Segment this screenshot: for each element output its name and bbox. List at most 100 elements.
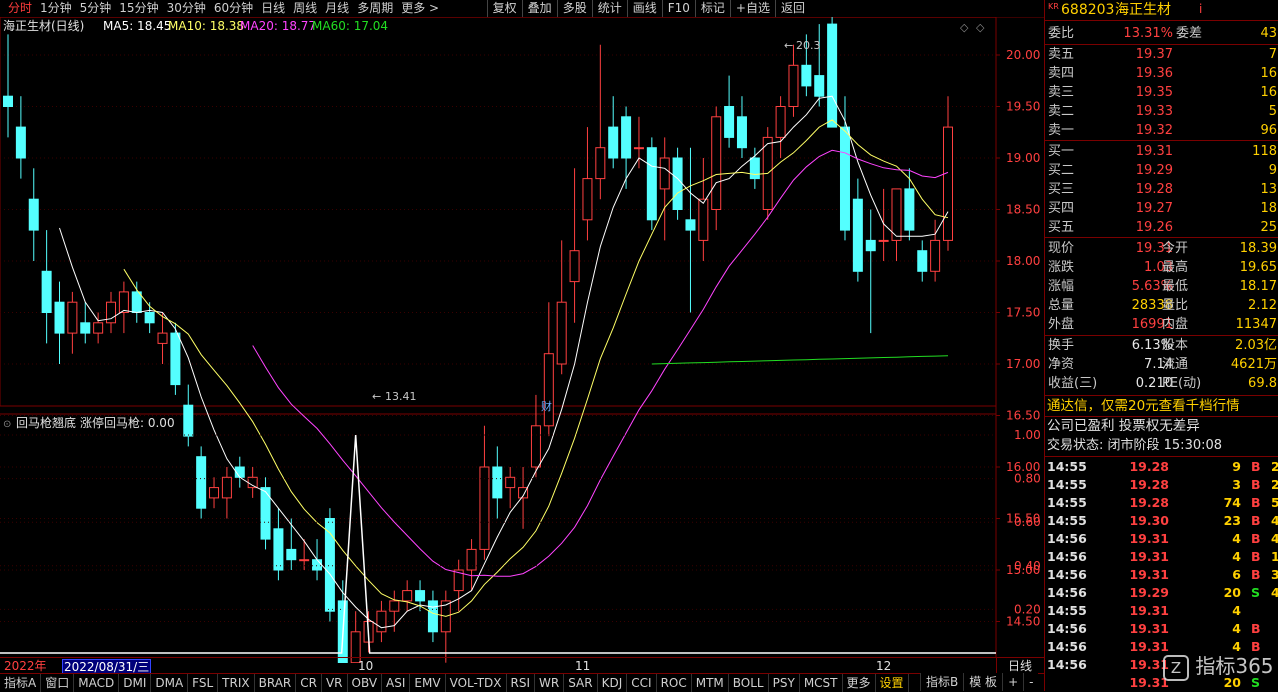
candle-body <box>479 466 490 550</box>
tick-time: 14:55 <box>1047 513 1087 528</box>
right-tab-3[interactable]: - <box>1023 673 1038 691</box>
tick-volume: 4 <box>1232 531 1241 546</box>
tab-6[interactable]: TRIX <box>218 674 255 692</box>
level-label: 卖四 <box>1048 66 1075 81</box>
tab-15[interactable]: WR <box>535 674 565 692</box>
period-tab-6[interactable]: 日线 <box>257 0 289 17</box>
tick-price: 19.31 <box>1129 567 1169 582</box>
candle-body <box>556 301 567 365</box>
level-price: 19.36 <box>1135 66 1173 81</box>
tab-8[interactable]: CR <box>296 674 322 692</box>
stat-label-2: 量比 <box>1162 298 1189 313</box>
tick-direction: B <box>1251 495 1261 510</box>
tab-5[interactable]: FSL <box>188 674 219 692</box>
candle-body <box>801 64 812 87</box>
period-tab-4[interactable]: 30分钟 <box>163 0 210 17</box>
candle-body <box>865 239 876 252</box>
weibi-row: 委比 13.31% 委差 43 <box>1045 25 1278 43</box>
info-icon[interactable]: i <box>1199 2 1202 16</box>
level-price: 19.33 <box>1135 104 1173 119</box>
price-tick-label: 20.00 <box>1006 48 1040 62</box>
stat-row: 净资 7.14 流通 4621万 <box>1045 356 1278 374</box>
level-price: 19.26 <box>1135 220 1173 235</box>
level-row[interactable]: 买一 19.31 118 <box>1045 143 1278 161</box>
right-tab-2[interactable]: + <box>1002 673 1023 691</box>
tick-volume: 4 <box>1232 603 1241 618</box>
chart-area[interactable]: 20.00 19.50 19.00 18.50 18.00 17.50 17.00 16.50… <box>0 13 1044 692</box>
tool-button-7[interactable]: +自选 <box>729 0 775 17</box>
right-tab-1[interactable]: 模 板 <box>963 673 1002 691</box>
tool-button-3[interactable]: 统计 <box>591 0 627 17</box>
tab-11[interactable]: ASI <box>382 674 411 692</box>
right-tab-0[interactable]: 指标B <box>920 673 963 691</box>
level-price: 19.35 <box>1135 85 1173 100</box>
level-row[interactable]: 卖一 19.32 96 <box>1045 122 1278 140</box>
settings-icon[interactable]: ◇ <box>976 21 985 34</box>
level-row[interactable]: 卖三 19.35 16 <box>1045 84 1278 102</box>
level-row[interactable]: 卖五 19.37 7 <box>1045 46 1278 64</box>
tab-19[interactable]: ROC <box>657 674 692 692</box>
tab-21[interactable]: BOLL <box>729 674 769 692</box>
candle-body <box>389 600 400 612</box>
promo-link[interactable]: 通达信，仅需20元查看千档行情 <box>1047 397 1240 415</box>
tab-23[interactable]: MCST <box>800 674 843 692</box>
period-tab-3[interactable]: 15分钟 <box>115 0 162 17</box>
period-tab-1[interactable]: 1分钟 <box>36 0 76 17</box>
tab-25[interactable]: 设置 <box>876 674 909 692</box>
tab-12[interactable]: EMV <box>410 674 446 692</box>
tick-direction: B <box>1251 549 1261 564</box>
level-row[interactable]: 买五 19.26 25 <box>1045 219 1278 237</box>
kline-chart-svg[interactable]: 20.00 19.50 19.00 18.50 18.00 17.50 17.00 16.50… <box>0 13 1044 692</box>
tab-3[interactable]: DMI <box>119 674 152 692</box>
tab-7[interactable]: BRAR <box>255 674 297 692</box>
tool-button-0[interactable]: 复权 <box>486 0 522 17</box>
period-tab-5[interactable]: 60分钟 <box>210 0 257 17</box>
tab-24[interactable]: 更多 <box>843 674 876 692</box>
period-button[interactable]: 日线 <box>996 658 1043 674</box>
tool-button-2[interactable]: 多股 <box>556 0 592 17</box>
level-row[interactable]: 买三 19.28 13 <box>1045 181 1278 199</box>
indicator-axis-ticks: 1.00 0.80 0.60 0.40 0.20 <box>1014 428 1041 616</box>
tick-time: 14:55 <box>1047 459 1087 474</box>
price-tick-label: 18.50 <box>1006 203 1040 217</box>
level-row[interactable]: 卖二 19.33 5 <box>1045 103 1278 121</box>
tab-1[interactable]: 窗口 <box>41 674 75 692</box>
tab-0[interactable]: 指标A <box>0 674 42 692</box>
period-tab-8[interactable]: 月线 <box>321 0 353 17</box>
candle-body <box>492 466 503 499</box>
level-row[interactable]: 买二 19.29 9 <box>1045 162 1278 180</box>
period-tab-10[interactable]: 更多 > <box>397 0 443 17</box>
tab-22[interactable]: PSY <box>769 674 800 692</box>
tab-18[interactable]: CCI <box>627 674 657 692</box>
tab-16[interactable]: SAR <box>564 674 598 692</box>
candle-body <box>698 198 709 241</box>
candle-body <box>685 219 696 231</box>
period-tab-7[interactable]: 周线 <box>289 0 321 17</box>
tab-20[interactable]: MTM <box>692 674 729 692</box>
tool-button-8[interactable]: 返回 <box>774 0 810 17</box>
period-tab-2[interactable]: 5分钟 <box>76 0 116 17</box>
tab-10[interactable]: OBV <box>348 674 383 692</box>
tab-4[interactable]: DMA <box>151 674 189 692</box>
level-label: 买二 <box>1048 163 1075 178</box>
tab-13[interactable]: VOL-TDX <box>446 674 507 692</box>
tab-17[interactable]: KDJ <box>598 674 628 692</box>
tool-button-5[interactable]: F10 <box>661 0 695 17</box>
candle-body <box>595 147 606 180</box>
level-row[interactable]: 买四 19.27 18 <box>1045 200 1278 218</box>
tab-2[interactable]: MACD <box>74 674 120 692</box>
level-price: 19.28 <box>1135 182 1173 197</box>
level-row[interactable]: 卖四 19.36 16 <box>1045 65 1278 83</box>
tool-button-4[interactable]: 画线 <box>626 0 662 17</box>
finance-marker[interactable]: 财 <box>541 399 552 413</box>
stat-row: 涨跌 1.03 最高 19.65 <box>1045 259 1278 277</box>
tab-9[interactable]: VR <box>322 674 348 692</box>
period-tab-0[interactable]: 分时 <box>4 0 36 17</box>
tool-button-1[interactable]: 叠加 <box>521 0 557 17</box>
tab-14[interactable]: RSI <box>507 674 536 692</box>
candle-body <box>788 64 799 107</box>
tool-button-6[interactable]: 标记 <box>694 0 730 17</box>
period-tab-9[interactable]: 多周期 <box>353 0 397 17</box>
diamond-icon[interactable]: ◇ <box>960 21 969 34</box>
indicator-toggle-icon[interactable]: ⊙ <box>3 419 11 430</box>
